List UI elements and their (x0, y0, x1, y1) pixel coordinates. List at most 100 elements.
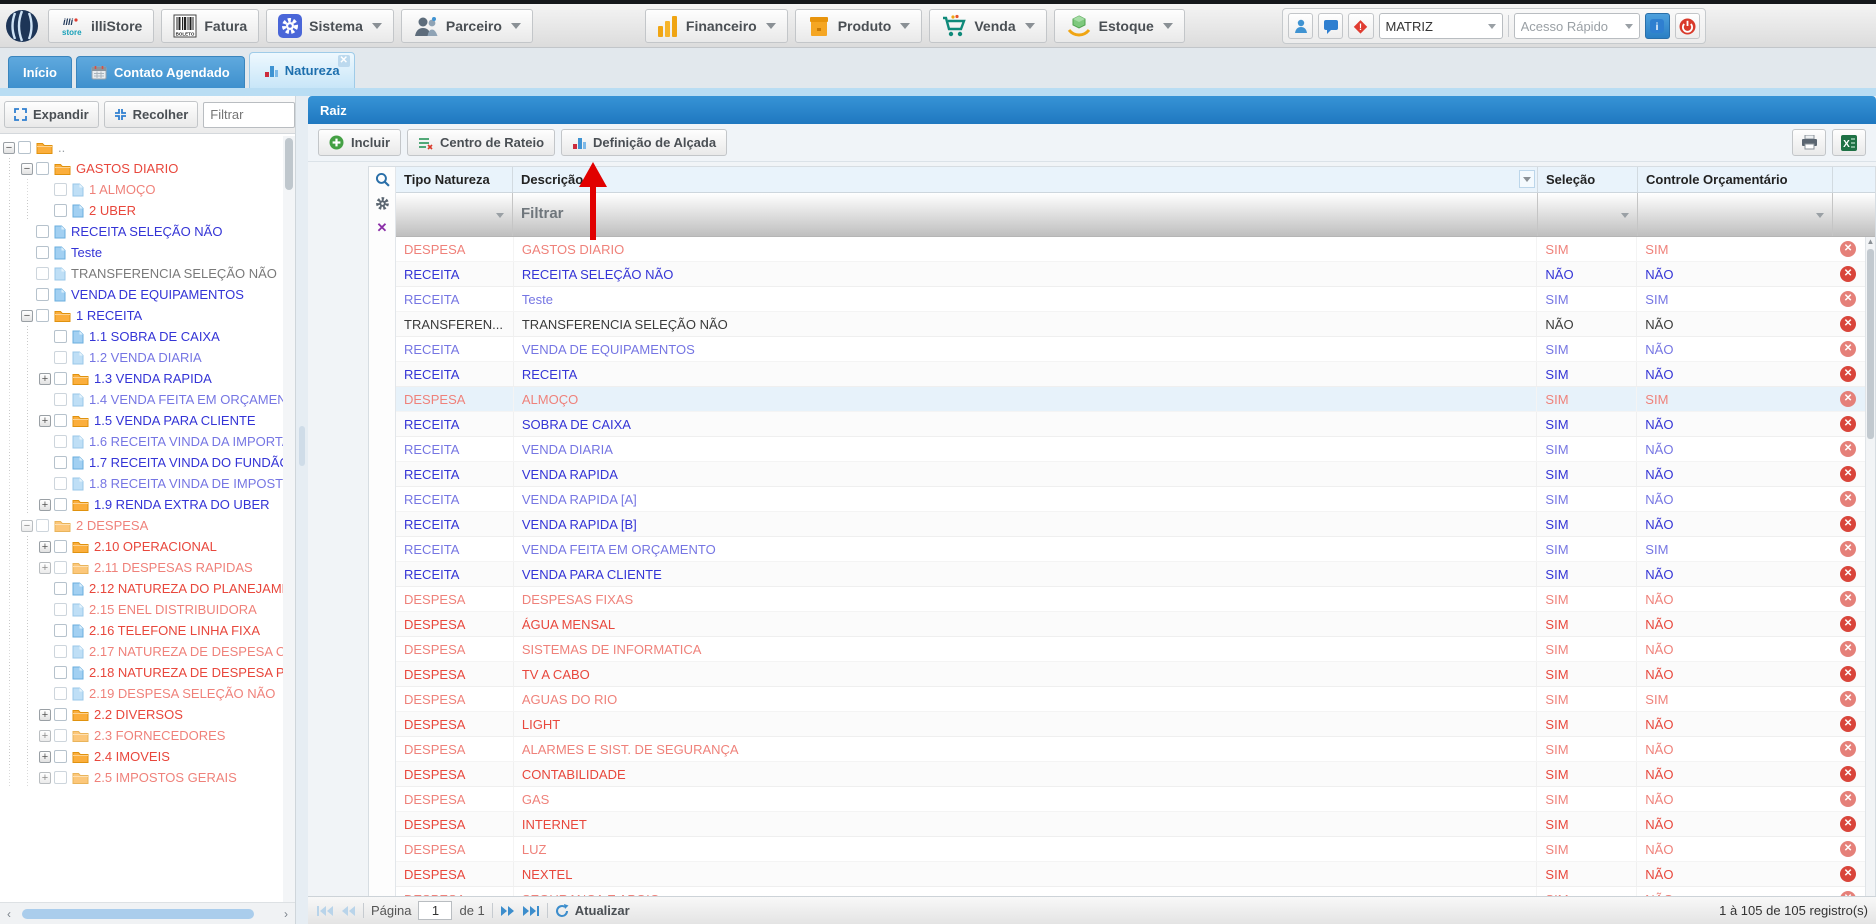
delete-row-icon[interactable]: ✕ (1840, 516, 1856, 532)
delete-row-icon[interactable]: ✕ (1840, 766, 1856, 782)
tree-item[interactable]: −1.1 SOBRA DE CAIXA (0, 326, 283, 347)
table-row[interactable]: RECEITAVENDA FEITA EM ORÇAMENTOSIMSIM✕ (396, 537, 1865, 562)
table-row[interactable]: DESPESAAGUAS DO RIOSIMSIM✕ (396, 687, 1865, 712)
table-row[interactable]: RECEITAVENDA RAPIDA [B]SIMNÃO✕ (396, 512, 1865, 537)
delete-row-icon[interactable]: ✕ (1840, 716, 1856, 732)
tree-item[interactable]: +2.4 IMOVEIS (0, 746, 283, 767)
table-row[interactable]: RECEITAVENDA DIARIASIMNÃO✕ (396, 437, 1865, 462)
delete-row-icon[interactable]: ✕ (1840, 441, 1856, 457)
tree-item-checkbox[interactable] (18, 141, 31, 154)
tree-item-checkbox[interactable] (54, 456, 67, 469)
next-page-button[interactable] (500, 905, 515, 917)
tree-item[interactable]: −1 RECEITA (0, 305, 283, 326)
tree-item-checkbox[interactable] (54, 183, 67, 196)
tree-expand-toggle[interactable]: + (39, 541, 51, 553)
delete-row-icon[interactable]: ✕ (1840, 316, 1856, 332)
collapse-all-button[interactable]: Recolher (104, 101, 199, 128)
table-row[interactable]: RECEITAVENDA RAPIDASIMNÃO✕ (396, 462, 1865, 487)
clear-filter-icon[interactable]: ✕ (377, 220, 388, 236)
tree-item-checkbox[interactable] (54, 372, 67, 385)
user-profile-button[interactable] (1288, 13, 1313, 39)
tree-item[interactable]: −TRANSFERENCIA SELEÇÃO NÃO (0, 263, 283, 284)
menu-sistema-button[interactable]: Sistema (266, 9, 394, 43)
delete-row-icon[interactable]: ✕ (1840, 566, 1856, 582)
delete-row-icon[interactable]: ✕ (1840, 616, 1856, 632)
tree-item-checkbox[interactable] (54, 330, 67, 343)
info-button[interactable]: i (1645, 13, 1670, 39)
menu-fatura-button[interactable]: BOLETOFatura (161, 9, 259, 43)
tree-item[interactable]: +1.9 RENDA EXTRA DO UBER (0, 494, 283, 515)
filter-controle-orcamentario[interactable] (1638, 193, 1833, 236)
delete-row-icon[interactable]: ✕ (1840, 341, 1856, 357)
delete-row-icon[interactable]: ✕ (1840, 291, 1856, 307)
column-menu-button[interactable] (1519, 170, 1535, 188)
tree-item-checkbox[interactable] (54, 624, 67, 637)
table-row[interactable]: DESPESASISTEMAS DE INFORMATICASIMNÃO✕ (396, 637, 1865, 662)
table-row[interactable]: RECEITAVENDA PARA CLIENTESIMNÃO✕ (396, 562, 1865, 587)
table-row[interactable]: RECEITASOBRA DE CAIXASIMNÃO✕ (396, 412, 1865, 437)
delete-row-icon[interactable]: ✕ (1840, 416, 1856, 432)
tree-item[interactable]: −1.7 RECEITA VINDA DO FUNDÃO (0, 452, 283, 473)
tree-item[interactable]: −2 UBER (0, 200, 283, 221)
tree-item[interactable]: −RECEITA SELEÇÃO NÃO (0, 221, 283, 242)
alerts-button[interactable]: ! (1348, 13, 1373, 39)
table-row[interactable]: RECEITARECEITA SELEÇÃO NÃONÃONÃO✕ (396, 262, 1865, 287)
tree-item-checkbox[interactable] (54, 729, 67, 742)
tree-filter-input[interactable] (203, 102, 295, 128)
menu-venda-button[interactable]: Venda (929, 9, 1046, 43)
tree-item-checkbox[interactable] (54, 645, 67, 658)
tree-expand-toggle[interactable]: + (39, 562, 51, 574)
tree-item[interactable]: −1.4 VENDA FEITA EM ORÇAMENTO (0, 389, 283, 410)
tree-horizontal-scrollbar[interactable]: ‹ › (0, 902, 295, 924)
tree-item-checkbox[interactable] (54, 708, 67, 721)
tree-collapse-toggle[interactable]: − (3, 142, 15, 154)
quick-access-select[interactable]: Acesso Rápido (1514, 13, 1640, 39)
column-header-tipo-natureza[interactable]: Tipo Natureza (396, 167, 513, 192)
tree-item[interactable]: +2.11 DESPESAS RAPIDAS (0, 557, 283, 578)
page-number-input[interactable] (418, 901, 452, 920)
last-page-button[interactable] (522, 905, 540, 917)
scroll-right-icon[interactable]: › (277, 907, 295, 921)
tree-item[interactable]: −.. (0, 137, 283, 158)
delete-row-icon[interactable]: ✕ (1840, 366, 1856, 382)
tree-item-checkbox[interactable] (54, 435, 67, 448)
refresh-button[interactable]: Atualizar (555, 903, 630, 918)
delete-row-icon[interactable]: ✕ (1840, 591, 1856, 607)
tree-item-checkbox[interactable] (54, 351, 67, 364)
panel-splitter[interactable] (296, 96, 308, 924)
tree-item-checkbox[interactable] (54, 393, 67, 406)
tree-item-checkbox[interactable] (54, 540, 67, 553)
table-row[interactable]: DESPESAINTERNETSIMNÃO✕ (396, 812, 1865, 837)
table-row[interactable]: DESPESAALMOÇOSIMSIM✕ (396, 387, 1865, 412)
table-row[interactable]: DESPESAGASTOS DIARIOSIMSIM✕ (396, 237, 1865, 262)
branch-select[interactable]: MATRIZ (1379, 13, 1503, 39)
tree-item-checkbox[interactable] (54, 771, 67, 784)
delete-row-icon[interactable]: ✕ (1840, 841, 1856, 857)
messages-button[interactable] (1318, 13, 1343, 39)
tree-item[interactable]: −2.19 DESPESA SELEÇÃO NÃO (0, 683, 283, 704)
tab-início[interactable]: Início (8, 56, 72, 88)
scroll-left-icon[interactable]: ‹ (0, 907, 18, 921)
search-icon[interactable] (375, 172, 390, 187)
tree-expand-toggle[interactable]: + (39, 730, 51, 742)
scroll-up-icon[interactable]: ▲ (1866, 237, 1875, 247)
delete-row-icon[interactable]: ✕ (1840, 666, 1856, 682)
table-row[interactable]: DESPESAÁGUA MENSALSIMNÃO✕ (396, 612, 1865, 637)
tree-item-checkbox[interactable] (36, 309, 49, 322)
incluir-button[interactable]: Incluir (318, 129, 401, 156)
delete-row-icon[interactable]: ✕ (1840, 741, 1856, 757)
table-row[interactable]: RECEITAVENDA RAPIDA [A]SIMNÃO✕ (396, 487, 1865, 512)
tree-item-checkbox[interactable] (54, 561, 67, 574)
tree-item[interactable]: +2.10 OPERACIONAL (0, 536, 283, 557)
tree-item-checkbox[interactable] (54, 582, 67, 595)
table-row[interactable]: DESPESACONTABILIDADESIMNÃO✕ (396, 762, 1865, 787)
tree-item[interactable]: −Teste (0, 242, 283, 263)
gear-icon[interactable] (375, 196, 390, 211)
filter-selecao[interactable] (1538, 193, 1638, 236)
table-row[interactable]: RECEITAVENDA DE EQUIPAMENTOSSIMNÃO✕ (396, 337, 1865, 362)
tree-expand-toggle[interactable]: + (39, 373, 51, 385)
delete-row-icon[interactable]: ✕ (1840, 816, 1856, 832)
menu-parceiro-button[interactable]: Parceiro (401, 9, 533, 43)
table-row[interactable]: RECEITARECEITASIMNÃO✕ (396, 362, 1865, 387)
tree-item-checkbox[interactable] (36, 246, 49, 259)
